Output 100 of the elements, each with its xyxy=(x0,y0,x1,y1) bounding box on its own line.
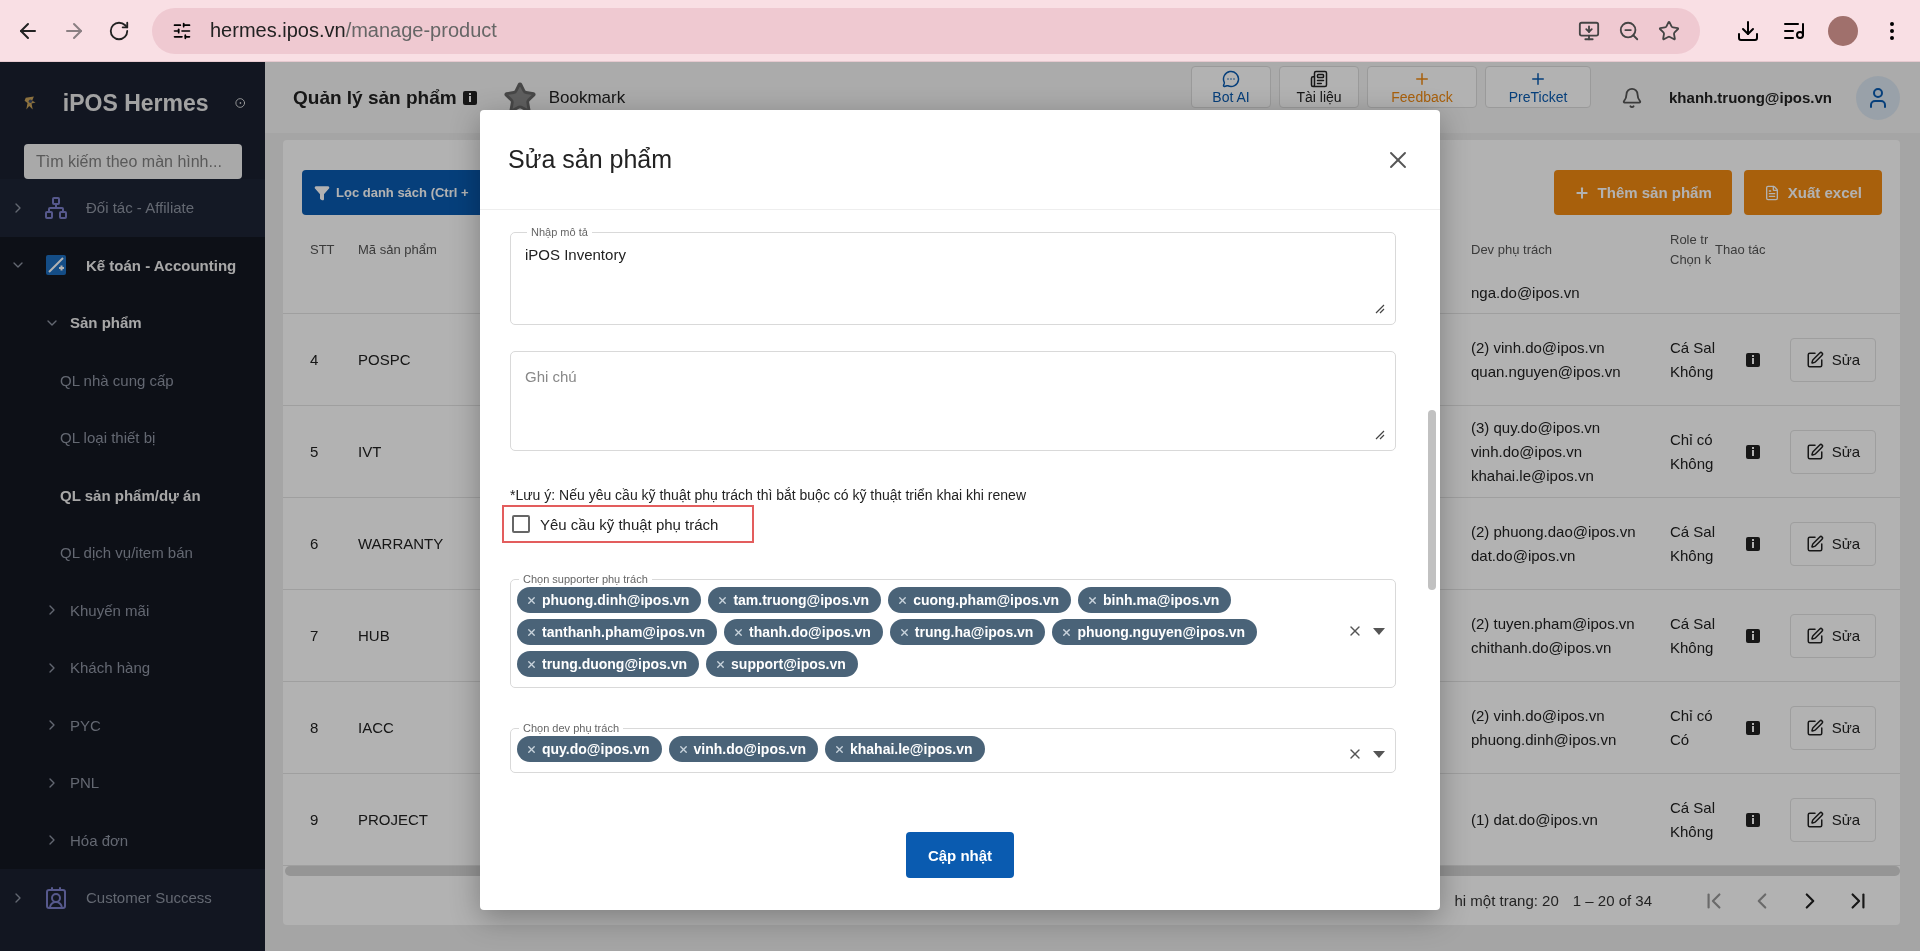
edit-button[interactable]: Sửa xyxy=(1790,705,1876,750)
info-icon[interactable] xyxy=(1745,536,1760,551)
bookmark-label: Bookmark xyxy=(548,87,626,108)
remove-icon[interactable] xyxy=(526,658,537,670)
filter-icon xyxy=(314,184,330,201)
edit-button[interactable]: Sửa xyxy=(1790,797,1876,842)
page-range: 1 – 20 of 34 xyxy=(1572,892,1652,909)
dropdown-caret-icon[interactable] xyxy=(1373,750,1385,758)
table-cell-text: Không xyxy=(1670,453,1714,474)
email-chip[interactable]: thanh.do@ipos.vn xyxy=(724,619,883,645)
sidebar-item[interactable]: PNL xyxy=(0,754,265,812)
toolbar-button[interactable]: PreTicket xyxy=(1485,66,1592,108)
remove-icon[interactable] xyxy=(1061,626,1073,638)
profile-avatar[interactable] xyxy=(1828,15,1858,46)
sidebar-item[interactable]: QL sản phẩm/dự án xyxy=(0,466,265,524)
dropdown-caret-icon[interactable] xyxy=(1373,627,1385,635)
supporter-select[interactable] xyxy=(510,573,1396,688)
checkbox[interactable] xyxy=(512,515,530,533)
info-icon[interactable] xyxy=(1745,352,1760,367)
sidebar-item[interactable]: Khách hàng xyxy=(0,639,265,697)
edit-button[interactable]: Sửa xyxy=(1790,337,1876,382)
install-icon[interactable] xyxy=(1578,19,1600,42)
sidebar-item[interactable]: QL dịch vụ/item bán xyxy=(0,524,265,582)
sidebar-item[interactable]: Sản phẩm xyxy=(0,294,265,352)
sidebar-item[interactable]: Khuyến mãi xyxy=(0,581,265,639)
document-icon xyxy=(1310,69,1329,88)
email-chip[interactable]: tam.truong@ipos.vn xyxy=(708,587,882,613)
remove-icon[interactable] xyxy=(717,594,729,606)
remove-icon[interactable] xyxy=(898,626,910,638)
remove-icon[interactable] xyxy=(733,626,744,638)
email-chip[interactable]: tanthanh.pham@ipos.vn xyxy=(517,619,717,645)
info-icon[interactable] xyxy=(462,90,477,105)
toolbar-button[interactable]: Tài liệu xyxy=(1279,66,1360,108)
edit-button[interactable]: Sửa xyxy=(1790,429,1876,474)
email-chip[interactable]: phuong.nguyen@ipos.vn xyxy=(1052,619,1258,645)
table-cell-text: WARRANTY xyxy=(358,533,444,554)
column-header: Mã sản phẩm xyxy=(358,241,437,259)
column-header: Chọn k xyxy=(1670,251,1712,269)
dev-select[interactable]: Chọn dev phụ trách quy.do@ipos.vn vinh.do@ipos.vn khahai.le@ipos.vn xyxy=(510,722,1396,773)
sidebar-item[interactable]: Customer Success xyxy=(0,869,265,927)
remove-icon[interactable] xyxy=(526,594,537,606)
remove-icon[interactable] xyxy=(715,658,727,670)
remove-icon[interactable] xyxy=(833,743,845,755)
table-cell-text: Không xyxy=(1670,545,1714,566)
column-header: Dev phụ trách xyxy=(1471,241,1552,259)
table-cell-text: Chỉ có xyxy=(1670,705,1713,726)
email-chip[interactable]: khahai.le@ipos.vn xyxy=(824,736,985,762)
zoom-out-icon[interactable] xyxy=(1618,19,1640,42)
sidebar-item[interactable]: QL loại thiết bị xyxy=(0,409,265,467)
sidebar-item[interactable]: Hóa đơn xyxy=(0,811,265,869)
search-field[interactable]: Tìm kiếm theo màn hình... xyxy=(24,144,242,179)
table-cell-text: 4 xyxy=(310,349,319,370)
remove-icon[interactable] xyxy=(1087,594,1099,606)
info-icon[interactable] xyxy=(1745,444,1760,459)
email-chip[interactable]: trung.duong@ipos.vn xyxy=(517,651,700,677)
info-icon[interactable] xyxy=(1745,628,1760,643)
table-cell-text: PROJECT xyxy=(358,809,428,830)
info-icon[interactable] xyxy=(1745,812,1760,827)
table-cell-text: 8 xyxy=(310,717,319,738)
edit-button[interactable]: Sửa xyxy=(1790,613,1876,658)
plus-icon xyxy=(1573,184,1590,201)
page-size-label: hi một trang: 20 xyxy=(1454,892,1559,909)
scrollbar[interactable] xyxy=(1428,410,1436,590)
email-chip[interactable]: vinh.do@ipos.vn xyxy=(668,736,818,762)
remove-icon[interactable] xyxy=(897,594,909,606)
reload-icon[interactable] xyxy=(108,19,130,42)
edit-icon xyxy=(1805,442,1824,461)
table-cell-text: IVT xyxy=(358,441,382,462)
description-field[interactable]: Nhập mô tả iPOS Inventory xyxy=(510,226,1396,325)
remove-icon[interactable] xyxy=(677,743,689,755)
site-settings-icon[interactable] xyxy=(172,20,192,41)
email-chip[interactable]: phuong.dinh@ipos.vn xyxy=(517,587,702,613)
bell-icon[interactable] xyxy=(1621,86,1644,109)
edit-button[interactable]: Sửa xyxy=(1790,521,1876,566)
info-icon[interactable] xyxy=(1745,720,1760,735)
update-button[interactable]: Cập nhật xyxy=(905,832,1015,878)
star-icon[interactable] xyxy=(1658,19,1680,42)
toolbar-button[interactable]: Bot AI xyxy=(1191,66,1272,108)
email-chip[interactable]: cuong.pham@ipos.vn xyxy=(888,587,1072,613)
table-cell-text: POSPC xyxy=(358,349,411,370)
table-cell-text: Cá Sal xyxy=(1670,337,1715,358)
table-cell-text: (2) vinh.do@ipos.vn xyxy=(1471,337,1605,358)
remove-icon[interactable] xyxy=(526,626,537,638)
checkbox-label[interactable]: Yêu cầu kỹ thuật phụ trách xyxy=(540,515,719,533)
address-bar[interactable]: hermes.ipos.vn/manage-product xyxy=(152,7,1700,54)
table-cell-text: (2) tuyen.pham@ipos.vn xyxy=(1471,613,1635,634)
email-chip[interactable]: binh.ma@ipos.vn xyxy=(1078,587,1232,613)
remove-icon[interactable] xyxy=(526,743,537,755)
email-chip[interactable]: support@ipos.vn xyxy=(706,651,858,677)
user-avatar[interactable] xyxy=(1856,75,1900,120)
sidebar-item[interactable]: PYC xyxy=(0,696,265,754)
sidebar-item[interactable]: QL nhà cung cấp xyxy=(0,351,265,409)
download-icon[interactable] xyxy=(1736,18,1760,43)
email-chip[interactable]: trung.ha@ipos.vn xyxy=(889,619,1046,645)
email-chip[interactable]: quy.do@ipos.vn xyxy=(517,736,662,762)
note-field[interactable]: Ghi chú xyxy=(510,351,1396,451)
sidebar-item[interactable]: Đối tác - Affiliate xyxy=(0,179,265,237)
edit-icon xyxy=(1805,810,1824,829)
resize-handle-icon xyxy=(1375,304,1385,314)
sidebar-item[interactable]: Kế toán - Accounting xyxy=(0,236,265,294)
